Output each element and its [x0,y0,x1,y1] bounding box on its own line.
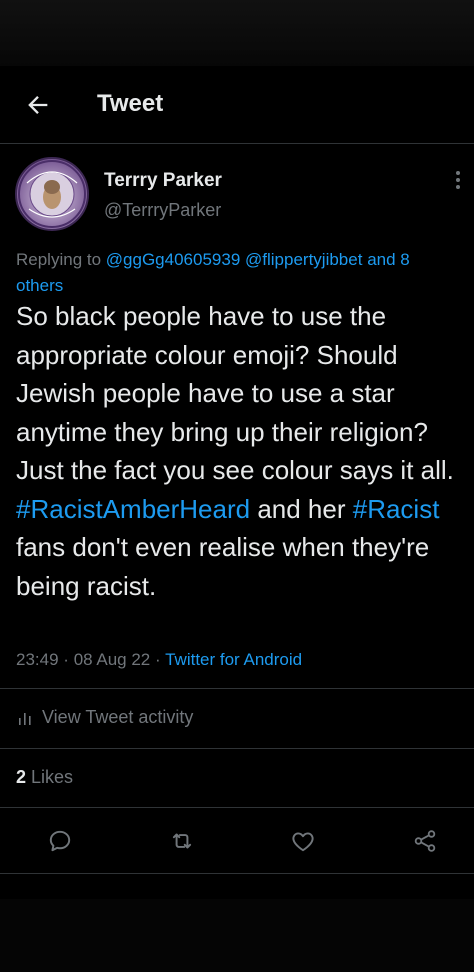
share-icon [414,830,436,852]
likes-count[interactable]: 2 Likes [16,767,73,788]
more-options-button[interactable] [448,169,468,191]
hashtag-link[interactable]: #Racist [353,494,440,524]
bar-chart-icon [19,712,31,725]
reply-button[interactable] [45,826,75,856]
likes-label: Likes [31,767,74,787]
share-button[interactable] [410,826,440,856]
meta-separator: · [63,650,69,669]
avatar[interactable] [15,157,89,231]
likes-divider [0,807,474,808]
comment-icon [49,830,71,852]
more-vertical-icon [456,171,460,189]
arrow-left-icon [28,96,48,114]
like-button[interactable] [288,826,318,856]
tweet-source-link[interactable]: Twitter for Android [165,650,302,669]
tweet-text-part: and her [250,493,353,524]
tweet-text-part: So black people have to use the appropri… [16,301,454,485]
likes-number: 2 [16,767,27,787]
tweet-time: 23:49 [16,650,59,669]
status-area [0,0,474,66]
meta-divider [0,688,474,689]
header-divider [0,143,474,144]
author-handle[interactable]: @TerrryParker [104,200,221,221]
back-button[interactable] [22,89,54,121]
tweet-text-part: fans don't even realise when they're bei… [16,532,430,601]
retweet-icon [172,833,192,849]
tweet-meta: 23:49 · 08 Aug 22 · Twitter for Android [16,650,302,670]
retweet-button[interactable] [167,826,197,856]
avatar-badge-icon [18,160,86,228]
meta-separator: · [155,650,161,669]
actions-divider [0,873,474,874]
page-title: Tweet [97,90,164,117]
mention-link[interactable]: @ggGg40605939 [106,250,240,269]
activity-divider [0,748,474,749]
app-header [0,66,474,144]
view-activity-button[interactable]: View Tweet activity [16,707,193,728]
replying-prefix: Replying to [16,250,102,269]
mention-link[interactable]: @flippertyjibbet [245,250,362,269]
tweet-text: So black people have to use the appropri… [16,297,466,605]
activity-label: View Tweet activity [42,707,194,727]
heart-icon [292,832,314,852]
author-display-name[interactable]: Terrry Parker [104,170,222,192]
tweet-date: 08 Aug 22 [73,650,151,669]
bottom-area [0,899,474,972]
replying-to: Replying to @ggGg40605939 @flippertyjibb… [16,247,461,299]
hashtag-link[interactable]: #RacistAmberHeard [16,494,250,524]
